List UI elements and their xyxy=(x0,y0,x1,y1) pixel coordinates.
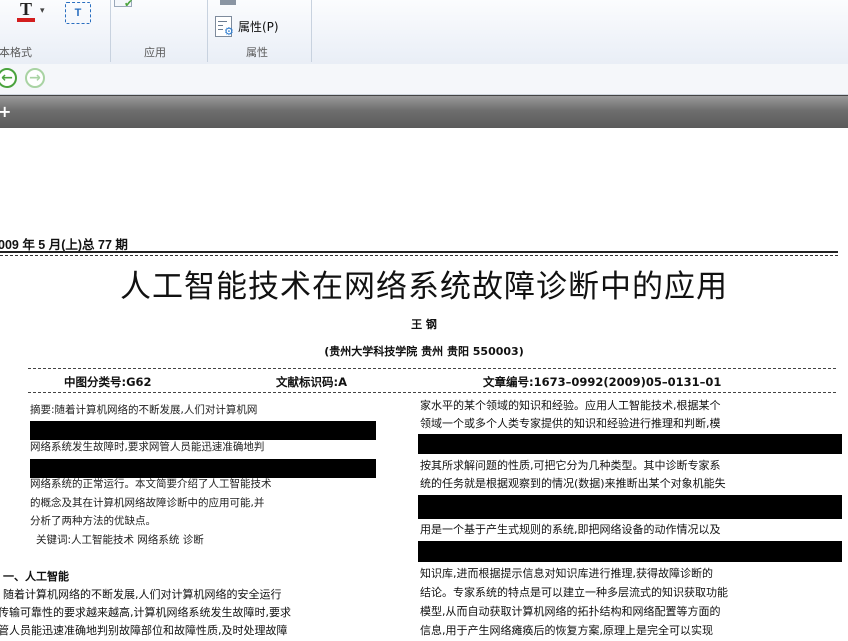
section-heading: 一、人工智能 xyxy=(3,570,69,583)
meta-rule-top xyxy=(28,368,836,369)
back-arrow-icon[interactable]: ← xyxy=(0,68,17,88)
group-divider xyxy=(110,0,111,62)
reader-toolbar: + xyxy=(0,95,848,128)
gear-icon: ⚙ xyxy=(224,25,234,38)
group-label-format: 本格式 xyxy=(0,46,32,59)
body-line: 统的任务就是根据观察到的情况(数据)来推断出某个对象机能失 xyxy=(420,477,726,490)
abstract-line: 分析了两种方法的优缺点。 xyxy=(30,515,156,527)
forward-arrow-icon[interactable]: → xyxy=(25,68,45,88)
properties-icon: ⚙ xyxy=(214,15,234,37)
group-label-properties: 属性 xyxy=(246,46,268,59)
body-line: 知识库,进而根据提示信息对知识库进行推理,获得故障诊断的 xyxy=(420,567,713,580)
header-rule-dashed xyxy=(0,255,838,256)
font-color-bar xyxy=(17,18,35,22)
article-affiliation: (贵州大学科技学院 贵州 贵阳 550003) xyxy=(324,345,524,358)
properties-label: 属性(P) xyxy=(238,19,279,34)
abstract-line: 摘要:随着计算机网络的不断发展,人们对计算机网 xyxy=(30,404,258,416)
redaction-block xyxy=(30,459,376,478)
font-color-glyph: T xyxy=(19,0,32,19)
article-author: 王 钢 xyxy=(411,318,437,331)
abstract-line: 网络系统发生故障时,要求网管人员能迅速准确地判 xyxy=(30,441,265,453)
add-icon[interactable]: + xyxy=(0,102,11,121)
abstract-line: 的概念及其在计算机网络故障诊断中的应用可能,并 xyxy=(30,496,265,509)
text-frame-icon[interactable]: T xyxy=(65,2,91,24)
properties-doc-line xyxy=(218,25,223,26)
redaction-block xyxy=(418,541,842,562)
body-line: 信息,用于产生网络瘫痪后的恢复方案,原理上是完全可以实现 xyxy=(420,624,713,637)
page-icon[interactable] xyxy=(220,0,236,5)
properties-button[interactable]: ⚙ 属性(P) xyxy=(214,13,279,39)
text-frame-glyph: T xyxy=(74,7,82,19)
navigation-bar: ← → xyxy=(0,64,848,95)
properties-doc-line xyxy=(218,21,227,22)
redaction-block xyxy=(418,434,842,454)
redaction-block xyxy=(30,421,376,440)
body-line: 按其所求解问题的性质,可把它分为几种类型。其中诊断专家系 xyxy=(420,459,721,472)
body-line: 领域一个或多个人类专家提供的知识和经验进行推理和判断,模 xyxy=(420,417,721,430)
redaction-block xyxy=(418,495,842,519)
document-page: 009 年 5 月(上)总 77 期 人工智能技术在网络系统故障诊断中的应用 王… xyxy=(0,128,848,637)
check-icon: ✔ xyxy=(124,0,134,10)
keywords-line: 关键词:人工智能技术 网络系统 诊断 xyxy=(36,533,204,546)
body-line: 家水平的某个领域的知识和经验。应用人工智能技术,根据某个 xyxy=(420,399,721,412)
body-line: 随着计算机网络的不断发展,人们对计算机网络的安全运行 xyxy=(3,588,282,601)
article-number: 文章编号:1673–0992(2009)05–0131–01 xyxy=(483,375,722,389)
font-color-icon[interactable]: T xyxy=(17,0,35,24)
chevron-down-icon[interactable]: ▾ xyxy=(40,6,45,16)
header-rule xyxy=(0,251,838,253)
meta-rule-bottom xyxy=(28,392,836,393)
group-divider xyxy=(311,0,312,62)
body-line: 管人员能迅速准确地判别故障部位和故障性质,及时处理故障 xyxy=(0,624,288,637)
article-title: 人工智能技术在网络系统故障诊断中的应用 xyxy=(120,269,728,305)
body-line: 结论。专家系统的特点是可以建立一种多层流式的知识获取功能 xyxy=(420,586,728,599)
properties-doc-line xyxy=(218,29,223,30)
ribbon: T ▾ T ✔ ⚙ 属性(P) 本格式 应用 属性 xyxy=(0,0,848,65)
classification-number: 中图分类号:G62 xyxy=(64,375,152,389)
body-line: 模型,从而自动获取计算机网络的拓扑结构和网络配置等方面的 xyxy=(420,605,721,618)
body-line: 用是一个基于产生式规则的系统,即把网络设备的动作情况以及 xyxy=(420,523,721,536)
group-divider xyxy=(207,0,208,62)
document-code: 文献标识码:A xyxy=(276,375,347,389)
group-label-apply: 应用 xyxy=(144,46,166,59)
body-line: 传输可靠性的要求越来越高,计算机网络系统发生故障时,要求 xyxy=(0,606,291,619)
